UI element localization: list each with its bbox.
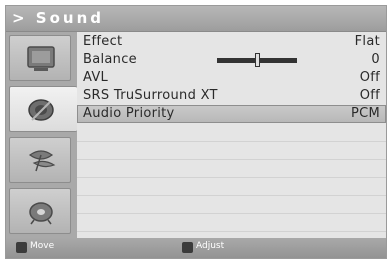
menu-row-effect[interactable]: Effect Flat — [77, 33, 386, 51]
balance-label: Balance — [83, 52, 137, 67]
avl-value: Off — [359, 70, 380, 85]
adjust-hint-label: Adjust — [196, 241, 225, 251]
menu-title: > Sound — [12, 9, 104, 27]
menu-header: > Sound — [6, 6, 386, 32]
empty-row — [77, 124, 386, 142]
left-right-arrows-icon — [182, 242, 193, 253]
category-sidebar — [6, 32, 77, 238]
effect-value: Flat — [354, 34, 380, 49]
menu-row-audio-priority[interactable]: Audio Priority PCM — [77, 105, 386, 123]
menu-row-srs[interactable]: SRS TruSurround XT Off — [77, 87, 386, 105]
picture-icon — [27, 46, 55, 71]
empty-row — [77, 142, 386, 160]
empty-row — [77, 214, 386, 232]
audio-priority-value: PCM — [350, 106, 380, 121]
empty-row — [77, 196, 386, 214]
button-guide: Move Adjust — [6, 238, 386, 258]
sidebar-item-setup[interactable] — [9, 188, 71, 234]
avl-label: AVL — [83, 70, 109, 85]
empty-row — [77, 178, 386, 196]
srs-value: Off — [359, 88, 380, 103]
audio-priority-label: Audio Priority — [83, 106, 175, 121]
sidebar-item-picture[interactable] — [9, 35, 71, 81]
empty-row — [77, 160, 386, 178]
speaker-icon — [28, 99, 54, 121]
effect-label: Effect — [83, 34, 123, 49]
move-hint-label: Move — [30, 241, 55, 251]
balance-slider-knob[interactable] — [254, 53, 260, 67]
menu-content: Effect Flat Balance 0 AVL Off SRS TruSur… — [77, 32, 386, 238]
satellite-dish-icon — [28, 150, 56, 172]
sidebar-item-channel[interactable] — [9, 137, 71, 183]
osd-menu: > Sound Effect Flat Balance 0 AVL Off SR… — [5, 5, 387, 259]
balance-value: 0 — [371, 52, 380, 67]
sidebar-item-sound[interactable] — [9, 86, 77, 132]
up-down-arrows-icon — [16, 242, 27, 253]
srs-label: SRS TruSurround XT — [83, 88, 218, 103]
menu-row-avl[interactable]: AVL Off — [77, 69, 386, 87]
gear-icon — [29, 202, 53, 225]
menu-row-balance[interactable]: Balance 0 — [77, 51, 386, 69]
